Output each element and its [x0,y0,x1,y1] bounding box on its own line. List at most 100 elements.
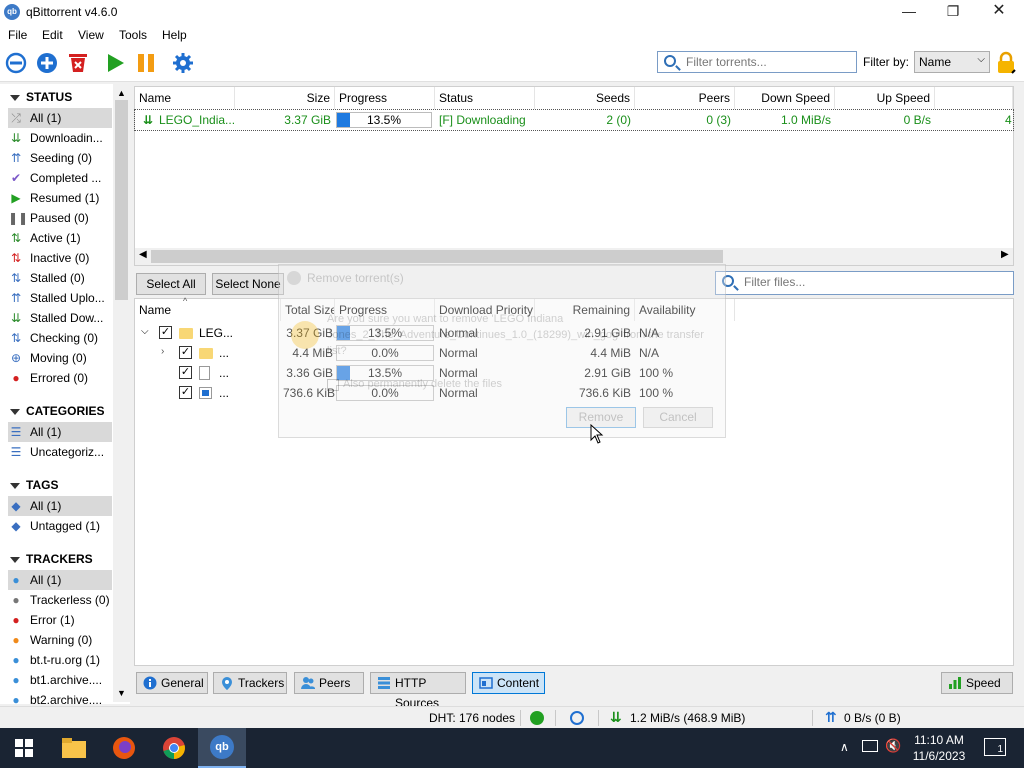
select-none-button[interactable]: Select None [212,273,284,295]
col-header-peers[interactable]: Peers [635,87,735,109]
tracker-item[interactable]: ● Error (1) [8,610,112,630]
properties-tabs: General Trackers Peers HTTP Sources Cont… [134,672,1014,710]
col-header-name[interactable]: Name [135,87,235,109]
minimize-button[interactable]: — [886,0,932,24]
scroll-right-arrow-icon[interactable]: ▶ [1001,249,1009,260]
tracker-item[interactable]: ● Warning (0) [8,630,112,650]
category-item[interactable]: ☰ All (1) [8,422,112,442]
status-item[interactable]: ⇅ Inactive (0) [8,248,112,268]
tray-chevron-up-icon[interactable]: ∧ [840,740,849,754]
menu-help[interactable]: Help [162,28,187,42]
notification-center-icon[interactable]: 1 [984,738,1006,756]
status-item[interactable]: ⇊ Stalled Dow... [8,308,112,328]
hscrollbar-thumb[interactable] [151,250,723,263]
filter-torrents-input[interactable]: Filter torrents... [657,51,857,73]
file-checkbox[interactable]: ✓ [159,326,172,339]
expand-chevron-icon[interactable]: › [161,346,164,357]
col-header-size[interactable]: Size [235,87,335,109]
tab-http-sources-label: HTTP Sources [395,676,440,710]
menu-view[interactable]: View [78,28,104,42]
menu-edit[interactable]: Edit [42,28,63,42]
status-item[interactable]: ⇈ Stalled Uplo... [8,288,112,308]
options-gear-icon[interactable] [172,52,194,74]
torrent-list-hscrollbar[interactable]: ◀ ▶ [135,248,1013,265]
pause-icon[interactable] [135,52,157,74]
select-all-button[interactable]: Select All [136,273,206,295]
start-button-windows-icon[interactable] [0,728,48,768]
status-item[interactable]: ⇅ Checking (0) [8,328,112,348]
status-item[interactable]: ⊕ Moving (0) [8,348,112,368]
scroll-down-arrow-icon[interactable]: ▼ [117,688,126,698]
connection-status-icon[interactable] [530,711,544,725]
categories-section-header[interactable]: CATEGORIES [10,404,104,418]
col-header-extra[interactable] [935,87,1013,109]
status-item[interactable]: ▶ Resumed (1) [8,188,112,208]
file-checkbox[interactable]: ✓ [179,346,192,359]
remove-torrent-icon[interactable] [67,52,89,74]
col-header-seeds[interactable]: Seeds [535,87,635,109]
firefox-icon[interactable] [100,728,148,768]
col-header-status[interactable]: Status [435,87,535,109]
status-item[interactable]: ● Errored (0) [8,368,112,388]
tab-peers[interactable]: Peers [294,672,364,694]
status-item[interactable]: ✔ Completed ... [8,168,112,188]
file-checkbox[interactable]: ✓ [179,366,192,379]
menu-file[interactable]: File [8,28,27,42]
speed-limit-icon[interactable] [570,711,584,725]
resume-icon[interactable] [104,52,126,74]
file-icon [199,366,210,380]
col-header-progress[interactable]: Progress [335,87,435,109]
tracker-item[interactable]: ● bt1.archive.... [8,670,112,690]
torrent-row[interactable]: ⇊ LEGO_India... 3.37 GiB 13.5% [F] Downl… [134,109,1014,131]
add-torrent-link-icon[interactable] [5,52,27,74]
status-item[interactable]: ⇅ Active (1) [8,228,112,248]
tracker-item[interactable]: ● bt2.archive.... [8,690,112,704]
scroll-left-arrow-icon[interactable]: ◀ [139,249,147,260]
delete-files-checkbox[interactable] [327,379,339,391]
status-item[interactable]: ⤮ All (1) [8,108,112,128]
tags-section-header[interactable]: TAGS [10,478,58,492]
restore-button[interactable]: ❐ [930,0,976,24]
tab-http-sources[interactable]: HTTP Sources [370,672,466,710]
tab-trackers[interactable]: Trackers [213,672,287,694]
sidebar-scrollbar[interactable]: ▲ ▼ [113,84,130,702]
file-explorer-icon[interactable] [50,728,98,768]
status-item[interactable]: ⇈ Seeding (0) [8,148,112,168]
torrent-progress-bar: 13.5% [336,112,432,128]
taskbar-clock[interactable]: 11:10 AM 11/6/2023 [904,732,974,764]
download-speed-icon: ⇊ [610,709,622,725]
status-item[interactable]: ❚❚ Paused (0) [8,208,112,228]
tracker-item[interactable]: ● All (1) [8,570,112,590]
status-item[interactable]: ⇅ Stalled (0) [8,268,112,288]
category-item[interactable]: ☰ Uncategoriz... [8,442,112,462]
filter-files-input[interactable]: Filter files... [715,271,1014,295]
volume-muted-icon[interactable]: 🔇 [885,738,901,754]
collapse-chevron-icon[interactable]: ⌵ [141,326,149,337]
tab-content[interactable]: Content [472,672,545,694]
file-checkbox[interactable]: ✓ [179,386,192,399]
scroll-up-arrow-icon[interactable]: ▲ [117,88,126,98]
status-section-header[interactable]: STATUS [10,90,72,104]
menu-tools[interactable]: Tools [119,28,147,42]
add-torrent-file-icon[interactable] [36,52,58,74]
trackers-section-header[interactable]: TRACKERS [10,552,93,566]
tracker-item[interactable]: ● Trackerless (0) [8,590,112,610]
tag-item[interactable]: ◆ All (1) [8,496,112,516]
status-item[interactable]: ⇊ Downloadin... [8,128,112,148]
tag-item[interactable]: ◆ Untagged (1) [8,516,112,536]
col-header-up-speed[interactable]: Up Speed [835,87,935,109]
cancel-button[interactable]: Cancel [643,407,713,428]
tracker-item[interactable]: ● bt.t-ru.org (1) [8,650,112,670]
sidebar-scrollbar-thumb[interactable] [115,100,128,300]
content-col-name[interactable]: Name [135,299,281,321]
col-header-down-speed[interactable]: Down Speed [735,87,835,109]
filter-by-select[interactable]: Name ⌵ [914,51,990,73]
tab-general[interactable]: General [136,672,208,694]
qbittorrent-taskbar-icon[interactable]: qb [198,728,246,768]
network-icon[interactable] [862,740,878,752]
speed-button[interactable]: Speed [941,672,1013,694]
chrome-icon[interactable] [150,728,198,768]
close-button[interactable]: ✕ [976,0,1022,24]
folder-icon [179,328,193,339]
lock-icon[interactable] [995,51,1017,75]
